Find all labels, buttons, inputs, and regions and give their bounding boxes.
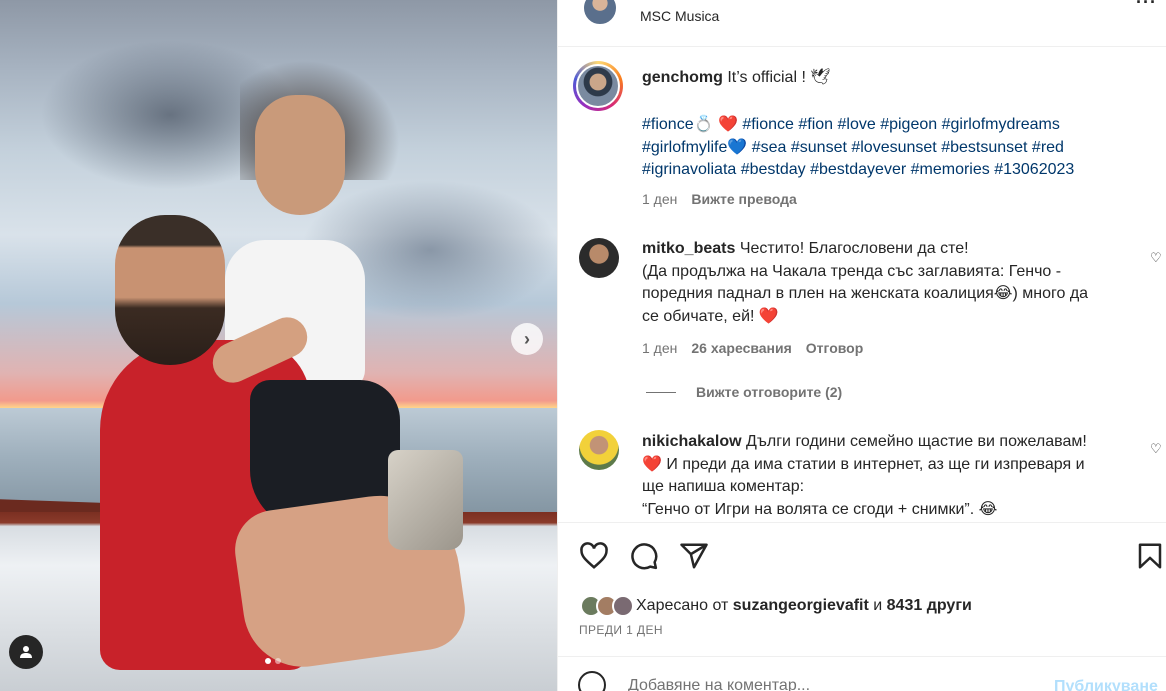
post-side-panel: MSC Musica ··· genchomg It’s official ! … [557,0,1166,691]
caption-username[interactable]: genchomg [642,69,723,86]
likes-summary[interactable]: Харесано от suzangeorgievafit и 8431 дру… [580,595,972,617]
likes-others[interactable]: 8431 други [887,597,972,615]
caption-time[interactable]: 1 ден [642,191,677,207]
photo-man-head [115,215,225,365]
photo-bag [388,450,463,550]
likes-prefix: Харесано от [636,597,729,614]
photo-woman-head [255,95,345,215]
view-replies-label: Вижте отговорите (2) [696,384,843,400]
share-icon[interactable] [679,541,709,571]
bookmark-icon[interactable] [1135,541,1165,571]
replies-divider [646,391,676,393]
hashtag-line[interactable]: #fionce💍 ❤️ #fionce #fion #love #pigeon … [642,114,1137,137]
caption-meta: 1 ден Вижте превода [642,191,797,207]
comment-line: се обичате, ей! ❤️ [642,307,779,325]
commenter-avatar[interactable] [579,430,619,470]
likes-conj: и [873,597,883,614]
user-icon [20,646,32,658]
add-comment-bar: Публикуване [558,656,1166,691]
translate-button[interactable]: Вижте превода [691,191,796,207]
reply-button[interactable]: Отговор [806,340,863,356]
comment-text: mitko_beats Честито! Благословени да сте… [642,238,1137,328]
post-actions [558,522,1166,590]
author-avatar[interactable] [582,0,618,26]
comment-username[interactable]: nikichakalow [642,433,742,450]
comment-likes-count[interactable]: 26 харесвания [691,340,791,356]
comment-input[interactable] [628,675,1048,691]
post-photo[interactable]: › [0,0,557,691]
liker-avatars [580,595,634,617]
more-horizontal-icon[interactable]: ··· [1136,0,1157,13]
comment-like-icon[interactable]: ♡ [1150,250,1162,266]
caption-hashtags[interactable]: #fionce💍 ❤️ #fionce #fion #love #pigeon … [642,114,1137,182]
comment-time[interactable]: 1 ден [642,340,677,356]
comment-line: Честито! Благословени да сте! [739,240,969,257]
hashtag-line[interactable]: #igrinavoliata #bestday #bestdayever #me… [642,159,1137,182]
comment-line: (Да продължа на Чакала тренда със заглав… [642,262,1062,280]
comment-username[interactable]: mitko_beats [642,240,735,257]
heart-icon[interactable] [579,541,609,571]
comments-list[interactable]: genchomg It’s official ! 🕊 #fionce💍 ❤️ #… [558,48,1166,522]
liker-avatar [612,595,634,617]
view-replies-button[interactable]: Вижте отговорите (2) [646,384,842,400]
carousel-dot [275,658,281,664]
caption-message: It’s official ! 🕊 [727,69,831,86]
comment-icon[interactable] [629,541,659,571]
tagged-users-button[interactable] [9,635,43,669]
chevron-right-icon: › [524,328,530,349]
likes-user[interactable]: suzangeorgievafit [733,597,869,615]
carousel-next-button[interactable]: › [511,323,543,355]
carousel-dots [265,658,281,664]
caption-avatar[interactable] [573,61,623,111]
caption-text: genchomg It’s official ! 🕊 [642,67,1137,90]
comment-text: nikichakalow Дълги години семейно щастие… [642,431,1137,521]
comment-meta: 1 ден 26 харесвания Отговор [642,340,863,356]
commenter-avatar[interactable] [579,238,619,278]
comment-line: ❤️ И преди да има статии в интернет, аз … [642,455,1085,473]
hashtag-line[interactable]: #girlofmylife💙 #sea #sunset #lovesunset … [642,137,1137,160]
carousel-dot-active [265,658,271,664]
comment-like-icon[interactable]: ♡ [1150,441,1162,457]
emoji-icon[interactable] [578,671,606,691]
post-location[interactable]: MSC Musica [640,8,719,24]
comment-line: Дълги години семейно щастие ви пожелавам… [746,433,1087,450]
post-comment-button[interactable]: Публикуване [1054,678,1158,691]
post-date[interactable]: ПРЕДИ 1 ДЕН [579,623,663,637]
comment-line: ще напиша коментар: [642,478,805,495]
post-header: MSC Musica ··· [558,0,1166,47]
comment-line: поредния паднал в плен на женската коали… [642,285,1089,302]
comment-line: “Генчо от Игри на волята се сгоди + сним… [642,500,998,518]
